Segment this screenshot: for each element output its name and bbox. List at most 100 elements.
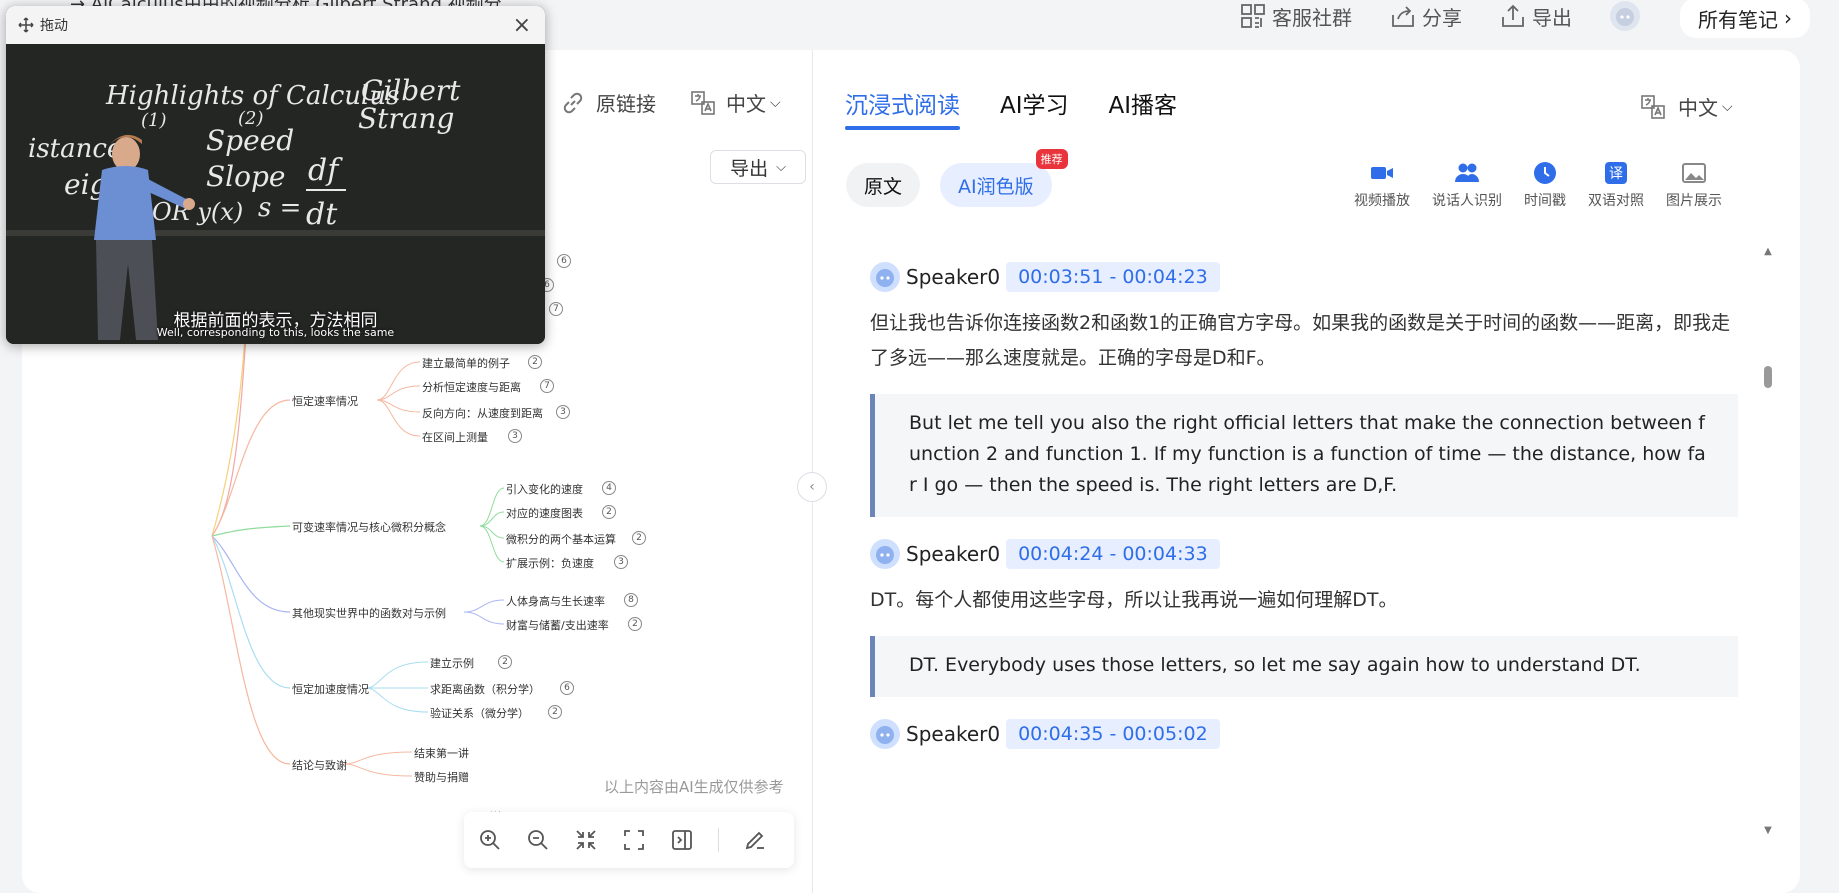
tab-ai-learning[interactable]: AI学习 xyxy=(1000,86,1069,130)
transcript-segment: Speaker0 00:03:51 - 00:04:23 但让我也告诉你连接函数… xyxy=(870,262,1738,517)
mindmap-count-badge[interactable]: 2 xyxy=(602,505,616,519)
mindmap-count-badge[interactable]: 8 xyxy=(624,593,638,607)
source-link-button[interactable]: 原链接 xyxy=(560,88,656,117)
blackboard-scene: Highlights of Calculus Gilbert Strang (1… xyxy=(6,44,545,344)
video-drag-bar[interactable]: 拖动 × xyxy=(6,6,545,44)
mindmap-leaf[interactable]: 赞助与捐赠 xyxy=(414,769,469,785)
board-text: dt xyxy=(306,197,338,232)
ai-polished-version-button[interactable]: AI润色版 推荐 xyxy=(940,149,1068,207)
speaker-row: Speaker0 00:03:51 - 00:04:23 xyxy=(870,262,1738,292)
mindmap-leaf[interactable]: 财富与储蓄/支出速率 xyxy=(506,617,609,633)
mindmap-branch[interactable]: 其他现实世界中的函数对与示例 xyxy=(292,605,446,621)
ai-polished-label: AI润色版 xyxy=(958,175,1034,198)
translate-badge-icon: 译 xyxy=(1605,162,1627,184)
speaker-name[interactable]: Speaker0 xyxy=(906,265,1000,289)
mindmap-count-badge[interactable]: 2 xyxy=(628,617,642,631)
video-frame[interactable]: Highlights of Calculus Gilbert Strang (1… xyxy=(6,44,545,344)
share-button[interactable]: 分享 xyxy=(1390,2,1462,31)
timestamp-label: 时间戳 xyxy=(1524,193,1566,209)
mindmap-leaf[interactable]: 建立最简单的例子 xyxy=(422,355,510,371)
mindmap-branch[interactable]: 可变速率情况与核心微积分概念 xyxy=(292,519,446,535)
speaker-recognition-tool[interactable]: 说话人识别 xyxy=(1432,160,1502,210)
mindmap-count-badge[interactable]: 4 xyxy=(602,481,616,495)
mindmap-count-badge[interactable]: 2 xyxy=(528,355,542,369)
mindmap-count-badge: 7 xyxy=(549,302,563,316)
mindmap-leaf[interactable]: 在区间上测量 xyxy=(422,429,488,445)
tab-immersive-reading[interactable]: 沉浸式阅读 xyxy=(845,86,960,130)
mindmap-leaf[interactable]: 建立示例 xyxy=(430,655,474,671)
mindmap-leaf[interactable]: 结束第一讲 xyxy=(414,745,469,761)
mindmap-count-badge[interactable]: 2 xyxy=(498,655,512,669)
timestamp-badge[interactable]: 00:04:24 - 00:04:33 xyxy=(1006,539,1220,569)
mindmap-branch[interactable]: 恒定加速度情况 xyxy=(292,681,369,697)
edit-pen-icon[interactable] xyxy=(743,828,767,852)
collapse-all-icon[interactable] xyxy=(574,828,598,852)
mindmap-leaf[interactable]: 微积分的两个基本运算 xyxy=(506,531,616,547)
svg-text:译: 译 xyxy=(1609,166,1623,182)
mindmap-leaf[interactable]: 人体身高与生长速率 xyxy=(506,593,605,609)
mindmap-count-badge[interactable]: 2 xyxy=(632,531,646,545)
mindmap-count-badge[interactable]: 6 xyxy=(560,681,574,695)
recommend-badge: 推荐 xyxy=(1035,149,1068,169)
version-tabs: 原文 AI润色版 推荐 xyxy=(846,149,1068,207)
video-playback-tool[interactable]: 视频播放 xyxy=(1354,160,1410,210)
board-text: Speed xyxy=(206,124,294,157)
mindmap-leaf[interactable]: 引入变化的速度 xyxy=(506,481,583,497)
mindmap-leaf[interactable]: 对应的速度图表 xyxy=(506,505,583,521)
english-paragraph: DT. Everybody uses those letters, so let… xyxy=(870,636,1738,697)
timestamp-badge[interactable]: 00:03:51 - 00:04:23 xyxy=(1006,262,1220,292)
mindmap-count-badge[interactable]: 7 xyxy=(540,379,554,393)
robot-avatar-icon xyxy=(1616,8,1634,26)
mindmap-count-badge[interactable]: 2 xyxy=(548,705,562,719)
ai-disclaimer: 以上内容由AI生成仅供参考 xyxy=(604,778,784,796)
mindmap-branch[interactable]: 结论与致谢 xyxy=(292,757,347,773)
timestamp-tool[interactable]: 时间戳 xyxy=(1524,160,1566,210)
mindmap-export-button[interactable]: 导出 ⌵ xyxy=(710,150,806,184)
left-language-select[interactable]: 中文 ⌵ xyxy=(690,88,781,117)
fullscreen-icon[interactable] xyxy=(622,828,646,852)
mindmap-branch[interactable]: 恒定速率情况 xyxy=(292,393,358,409)
speaker-name[interactable]: Speaker0 xyxy=(906,722,1000,746)
mindmap-leaf[interactable]: 反向方向：从速度到距离 xyxy=(422,405,543,421)
mindmap-count-badge[interactable]: 3 xyxy=(508,429,522,443)
subtitle-english: Well, corresponding to this, looks the s… xyxy=(156,326,395,339)
right-language-select[interactable]: 中文 ⌵ xyxy=(1640,92,1733,121)
top-actions: 客服社群 分享 导出 所有笔记 › xyxy=(1240,0,1810,38)
image-display-tool[interactable]: 图片展示 xyxy=(1666,160,1722,210)
english-paragraph: But let me tell you also the right offic… xyxy=(870,394,1738,517)
mindmap-leaf[interactable]: 验证关系（微分学） xyxy=(430,705,529,721)
bilingual-tool[interactable]: 译 双语对照 xyxy=(1588,160,1644,210)
scroll-up-arrow[interactable]: ▲ xyxy=(1762,246,1774,257)
mindmap-leaf[interactable]: 分析恒定速度与距离 xyxy=(422,379,521,395)
user-avatar[interactable] xyxy=(1610,1,1640,31)
zoom-in-icon[interactable] xyxy=(478,828,502,852)
sidebar-toggle-icon[interactable] xyxy=(670,828,694,852)
scroll-thumb[interactable] xyxy=(1764,366,1772,388)
timestamp-badge[interactable]: 00:04:35 - 00:05:02 xyxy=(1006,719,1220,749)
image-display-label: 图片展示 xyxy=(1666,193,1722,209)
speaker-row: Speaker0 00:04:35 - 00:05:02 xyxy=(870,719,1738,749)
move-icon xyxy=(18,17,34,33)
clock-icon xyxy=(1534,162,1556,184)
export-top-button[interactable]: 导出 xyxy=(1500,2,1572,31)
zoom-out-icon[interactable] xyxy=(526,828,550,852)
bilingual-label: 双语对照 xyxy=(1588,193,1644,209)
chevron-down-icon: ⌵ xyxy=(770,94,781,111)
transcript-scrollbar[interactable]: ▲ ▼ xyxy=(1762,246,1774,836)
close-video-button[interactable]: × xyxy=(513,13,531,38)
mindmap-count-badge[interactable]: 3 xyxy=(614,555,628,569)
community-button[interactable]: 客服社群 xyxy=(1240,2,1352,31)
mindmap-leaf[interactable]: 扩展示例：负速度 xyxy=(506,555,594,571)
upload-icon xyxy=(1502,4,1524,27)
drag-handle[interactable]: 拖动 xyxy=(18,15,68,35)
scroll-down-arrow[interactable]: ▼ xyxy=(1762,825,1774,836)
board-text: Strang xyxy=(358,102,454,135)
mindmap-count-badge[interactable]: 3 xyxy=(556,405,570,419)
mindmap-leaf[interactable]: 求距离函数（积分学） xyxy=(430,681,540,697)
floating-video-player[interactable]: 拖动 × Highlights of Calculus Gilbert Stra… xyxy=(6,6,545,344)
speaker-name[interactable]: Speaker0 xyxy=(906,542,1000,566)
all-notes-button[interactable]: 所有笔记 › xyxy=(1680,0,1810,38)
original-version-button[interactable]: 原文 xyxy=(846,163,921,207)
tab-ai-podcast[interactable]: AI播客 xyxy=(1109,86,1178,130)
transcript-segment: Speaker0 00:04:35 - 00:05:02 xyxy=(870,719,1738,749)
